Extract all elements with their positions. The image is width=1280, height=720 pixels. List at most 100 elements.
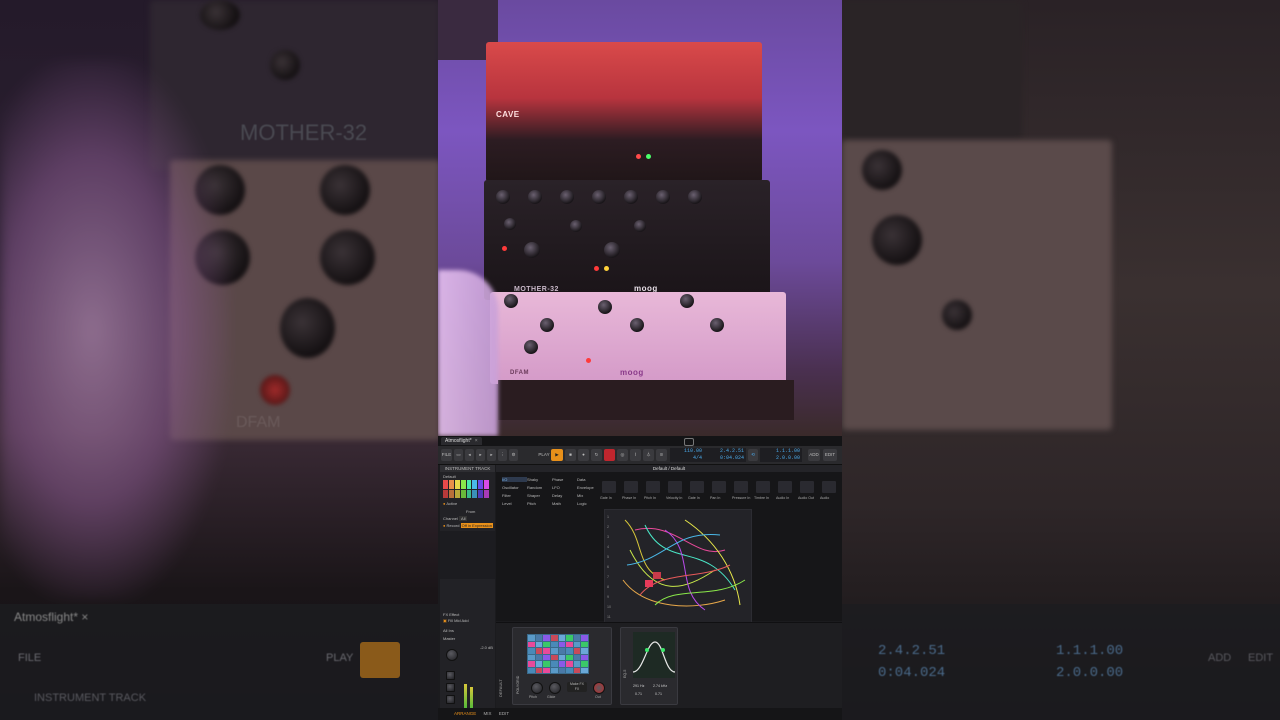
color-swatch[interactable]	[484, 489, 489, 498]
color-swatch[interactable]	[484, 480, 489, 489]
arm-track-button[interactable]	[446, 695, 455, 704]
all-ins-row[interactable]: All Ins	[443, 628, 454, 633]
module-category[interactable]: Logic	[577, 501, 602, 506]
stop-button[interactable]: ■	[565, 449, 576, 461]
module-category[interactable]: Random	[527, 485, 552, 490]
module-category[interactable]: Delay	[552, 493, 577, 498]
fx-tag[interactable]: Add	[461, 618, 468, 623]
loop-end[interactable]: 2.0.0.00	[760, 455, 800, 462]
color-swatch[interactable]	[460, 489, 466, 498]
io-module[interactable]	[756, 481, 770, 493]
io-module[interactable]	[800, 481, 814, 493]
volume-knob[interactable]	[446, 649, 458, 661]
redo-icon[interactable]: ▸	[476, 449, 485, 461]
time-signature[interactable]: 4/4	[670, 455, 702, 462]
io-module[interactable]	[734, 481, 748, 493]
polygrid-device[interactable]: POLYGRID Make FX FX Pitch Glide Out	[512, 627, 612, 705]
close-tab-icon[interactable]: ×	[475, 438, 478, 444]
add-button[interactable]: ADD	[808, 449, 820, 461]
punch-icon[interactable]: ≋	[656, 449, 667, 461]
grid-icon[interactable]: ⋮	[498, 449, 507, 461]
color-swatch[interactable]	[478, 489, 484, 498]
edit-button[interactable]: EDIT	[823, 449, 837, 461]
module-category[interactable]: Math	[552, 501, 577, 506]
grid-preview-cell	[535, 641, 543, 647]
position-display[interactable]: 2.4.2.51 0:04.024	[704, 448, 746, 462]
module-category[interactable]: LFO	[552, 485, 577, 490]
file-button[interactable]: FILE	[441, 449, 452, 461]
color-swatch[interactable]	[466, 489, 472, 498]
loop-icon[interactable]: ⟲	[748, 449, 758, 461]
tempo-display[interactable]: 110.00 4/4	[670, 448, 704, 462]
color-swatch[interactable]	[454, 489, 460, 498]
eq-curve[interactable]	[633, 632, 675, 678]
color-swatch[interactable]	[460, 480, 466, 489]
color-swatch[interactable]	[472, 480, 478, 489]
project-tab[interactable]: Atmosflight* ×	[441, 437, 482, 445]
play-button[interactable]: ▶	[551, 449, 563, 461]
io-module[interactable]	[646, 481, 660, 493]
record-mode[interactable]: Off in Expression	[460, 523, 493, 528]
module-category[interactable]: Filter	[502, 493, 527, 498]
cursor-icon[interactable]: ▸	[487, 449, 496, 461]
out-knob[interactable]	[593, 682, 605, 694]
glide-knob[interactable]	[549, 682, 561, 694]
channel-select[interactable]: All	[459, 516, 468, 521]
metronome-icon[interactable]: ⏃	[643, 449, 654, 461]
fx-tag[interactable]: Mid	[454, 618, 460, 623]
module-category[interactable]: Level	[502, 501, 527, 506]
make-fx-button[interactable]: Make FX FX	[567, 682, 587, 692]
pitch-knob[interactable]	[531, 682, 543, 694]
io-module[interactable]	[624, 481, 638, 493]
edit-tab[interactable]: EDIT	[499, 711, 509, 716]
ghost-play: PLAY	[326, 652, 354, 664]
master-row[interactable]: Master	[443, 636, 455, 641]
color-swatch[interactable]	[443, 489, 448, 498]
record-row[interactable]: ● Record Off in Expression	[443, 523, 493, 528]
active-toggle[interactable]: ● Active	[443, 501, 457, 506]
module-category[interactable]: I/O	[502, 477, 527, 482]
color-swatch[interactable]	[443, 480, 448, 489]
patch-canvas[interactable]: 1 2 3 4 5 6 7 8 9 10 11	[604, 509, 752, 623]
io-module[interactable]	[602, 481, 616, 493]
module-category[interactable]: Pitch	[527, 501, 552, 506]
module-category[interactable]: Envelope	[577, 485, 602, 490]
channel-row[interactable]: Channel All	[443, 516, 468, 521]
color-swatch[interactable]	[454, 480, 460, 489]
record-button[interactable]: ●	[578, 449, 589, 461]
io-module[interactable]	[778, 481, 792, 493]
fx-tag[interactable]: Fill	[448, 618, 453, 623]
arrange-tab[interactable]: ARRANGE	[454, 711, 476, 716]
eq-device[interactable]: EQ-5 291 Hz 2.74 kHz 0.71 0.71	[620, 627, 678, 705]
mix-tab[interactable]: MIX	[484, 711, 492, 716]
settings-icon[interactable]: ⚙	[509, 449, 518, 461]
io-module[interactable]	[668, 481, 682, 493]
knob	[524, 242, 540, 258]
module-category[interactable]: Mix	[577, 493, 602, 498]
io-module[interactable]	[690, 481, 704, 493]
color-swatch[interactable]	[448, 489, 454, 498]
folder-icon[interactable]: ▭	[454, 449, 463, 461]
module-category[interactable]: Shaper	[527, 493, 552, 498]
module-category[interactable]: Shaky	[527, 477, 552, 482]
module-category[interactable]: Data	[577, 477, 602, 482]
dashboard-icon[interactable]	[684, 438, 694, 446]
color-swatches[interactable]	[443, 480, 489, 498]
module-category[interactable]: Phase	[552, 477, 577, 482]
arm-button[interactable]	[604, 449, 615, 461]
loop-range-display[interactable]: 1.1.1.00 2.0.0.00	[760, 448, 802, 462]
solo-button[interactable]	[446, 683, 455, 692]
color-swatch[interactable]	[448, 480, 454, 489]
io-module[interactable]	[712, 481, 726, 493]
ghost-mother32-label: MOTHER-32	[240, 120, 368, 145]
color-swatch[interactable]	[478, 480, 484, 489]
loop-button[interactable]: ↻	[591, 449, 602, 461]
mute-button[interactable]	[446, 671, 455, 680]
overdub-icon[interactable]: ◎	[617, 449, 628, 461]
color-swatch[interactable]	[472, 489, 478, 498]
module-category[interactable]: Oscillator	[502, 485, 527, 490]
io-module[interactable]	[822, 481, 836, 493]
undo-icon[interactable]: ◂	[465, 449, 474, 461]
color-swatch[interactable]	[466, 480, 472, 489]
automation-icon[interactable]: ⌇	[630, 449, 641, 461]
